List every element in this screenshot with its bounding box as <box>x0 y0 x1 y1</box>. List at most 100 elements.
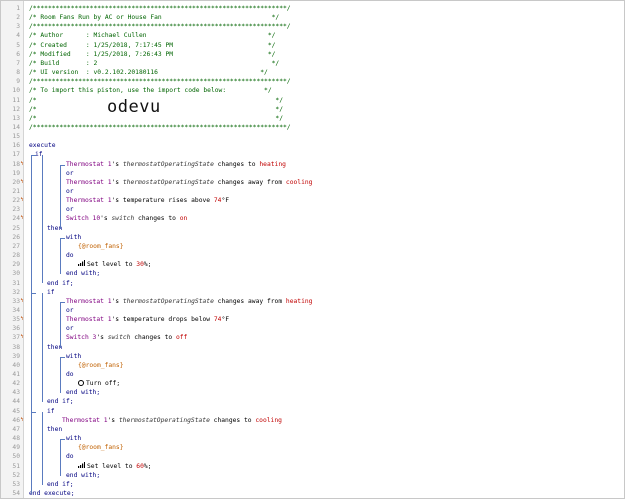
condition-guide <box>60 301 61 348</box>
code-token: °F <box>221 316 230 324</box>
code-token: thermostatOperatingState <box>122 178 214 186</box>
line-number: 48 <box>12 435 20 443</box>
code-text[interactable]: if <box>47 288 55 297</box>
code-token: changes to <box>130 334 176 342</box>
code-text[interactable]: Set level to 60%; <box>78 461 152 471</box>
code-token: 's <box>96 334 108 342</box>
line-number: 51 <box>12 462 20 470</box>
line-number: 39 <box>12 352 20 360</box>
code-text: /* Room Fans Run by AC or House Fan */ <box>29 13 279 22</box>
trigger-icon: ϟ <box>20 297 24 304</box>
code-token: thermostatOperatingState <box>118 416 210 424</box>
value: 30 <box>136 261 144 269</box>
device-name: Thermostat 1 <box>62 416 108 424</box>
keyword: or <box>66 306 74 314</box>
keyword: or <box>66 169 74 177</box>
code-text[interactable]: do <box>66 251 74 260</box>
code-token: 's <box>111 316 123 324</box>
trigger-icon: ϟ <box>20 178 24 185</box>
line-number: 1 <box>16 5 20 12</box>
code-text[interactable]: {@room_fans} <box>78 242 124 251</box>
value: on <box>179 215 188 223</box>
code-text[interactable]: or <box>66 306 74 315</box>
code-text: /* Modified : 1/25/2018, 7:26:43 PM */ <box>29 50 275 59</box>
if-block-guide <box>42 411 43 485</box>
code-text[interactable]: Thermostat 1's thermostatOperatingState … <box>66 178 312 187</box>
comment: /* UI version : v0.2.102.20180116 */ <box>29 69 268 77</box>
line-number: 40 <box>12 361 20 369</box>
code-text[interactable]: Thermostat 1's temperature drops below 7… <box>66 315 229 324</box>
code-text[interactable]: end if; <box>47 480 74 489</box>
code-text[interactable]: do <box>66 452 74 461</box>
code-token: changes to <box>134 215 180 223</box>
value: heating <box>285 297 313 305</box>
keyword: end if; <box>47 398 74 406</box>
code-text[interactable]: then <box>47 425 62 434</box>
code-text[interactable]: Thermostat 1's thermostatOperatingState … <box>66 297 312 306</box>
code-text[interactable]: with <box>66 352 81 361</box>
code-text[interactable]: Switch 10's switch changes to on <box>66 214 187 223</box>
comment: /* Author : Michael Cullen */ <box>29 32 276 40</box>
code-text[interactable]: end with; <box>66 269 100 278</box>
value: cooling <box>255 416 282 424</box>
comment: /***************************************… <box>29 78 291 86</box>
code-token: drops below <box>164 316 214 324</box>
with-guide <box>60 237 61 275</box>
code-text[interactable]: Thermostat 1's thermostatOperatingState … <box>66 160 286 169</box>
code-text[interactable]: or <box>66 324 74 333</box>
keyword: if <box>47 407 55 415</box>
device-name: Switch 3 <box>66 334 97 342</box>
keyword: do <box>66 252 74 260</box>
code-token: 's <box>111 160 123 168</box>
line-number: 9 <box>16 78 20 86</box>
code-text[interactable]: Thermostat 1's temperature rises above 7… <box>66 196 229 205</box>
keyword: or <box>66 206 74 214</box>
code-text[interactable]: or <box>66 205 74 214</box>
code-text[interactable]: do <box>66 370 74 379</box>
variable: {@room_fans} <box>78 361 124 369</box>
code-text[interactable]: if <box>47 407 55 416</box>
keyword: end with; <box>66 270 101 278</box>
code-text[interactable]: end with; <box>66 471 100 480</box>
code-text[interactable]: {@room_fans} <box>78 361 124 370</box>
code-token: thermostatOperatingState <box>122 297 214 305</box>
code-text[interactable]: end if; <box>47 397 74 406</box>
line-number: 33 <box>12 297 20 305</box>
line-number: 25 <box>12 224 20 232</box>
line-number: 28 <box>12 252 20 260</box>
line-number: 3 <box>16 23 20 31</box>
line-number: 46 <box>12 416 20 424</box>
code-text[interactable]: end if; <box>47 279 74 288</box>
if-block-guide <box>42 155 43 284</box>
code-text[interactable]: Turn off; <box>78 379 120 388</box>
code-text[interactable]: execute <box>29 141 56 150</box>
line-number: 26 <box>12 233 20 241</box>
code-text[interactable]: or <box>66 169 74 178</box>
keyword: execute <box>29 142 56 150</box>
line-number: 38 <box>12 343 20 351</box>
line-number: 17 <box>12 151 20 159</box>
line-number: 24 <box>12 215 20 223</box>
line-number: 20 <box>12 178 20 186</box>
code-text[interactable]: with <box>66 434 81 443</box>
line-number: 50 <box>12 453 20 461</box>
code-text[interactable]: or <box>66 187 74 196</box>
code-token: temperature <box>122 197 165 205</box>
execute-guide <box>31 155 32 494</box>
comment: /* Room Fans Run by AC or House Fan */ <box>29 14 280 22</box>
variable: {@room_fans} <box>78 444 124 452</box>
line-number: 11 <box>12 96 20 104</box>
keyword: do <box>66 453 74 461</box>
code-text[interactable]: Thermostat 1's thermostatOperatingState … <box>62 416 282 425</box>
code-text[interactable]: with <box>66 233 81 242</box>
code-text[interactable]: Switch 3's switch changes to off <box>66 333 187 342</box>
code-token: %; <box>143 462 152 470</box>
code-text[interactable]: Set level to 30%; <box>78 260 151 269</box>
code-token: %; <box>143 261 152 269</box>
code-text[interactable]: end execute; <box>29 489 75 498</box>
code-token: changes away from <box>213 178 286 186</box>
code-text: /***************************************… <box>29 4 291 13</box>
code-text[interactable]: end with; <box>66 388 100 397</box>
line-number: 5 <box>16 41 20 49</box>
code-text[interactable]: {@room_fans} <box>78 443 124 452</box>
